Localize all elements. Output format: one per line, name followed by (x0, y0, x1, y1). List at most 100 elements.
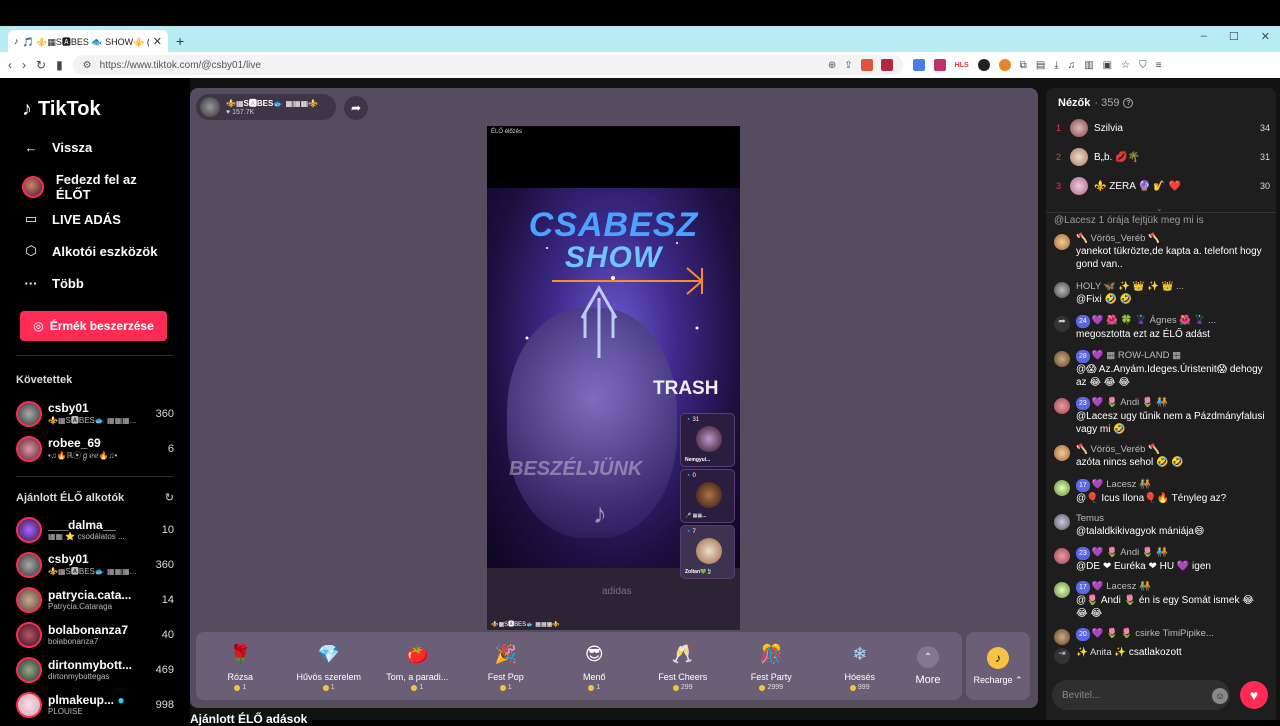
top-viewer-row[interactable]: 1 Szilvia 34 (1056, 117, 1270, 139)
account-info: ___dalma__ ▦▦ ⭐ csodálatos ... (48, 518, 156, 541)
back-icon[interactable]: ‹ (8, 58, 12, 72)
gift-snowfall[interactable]: ❄ Hóesés 999 (816, 632, 905, 700)
site-info-icon[interactable]: ⚙ (83, 60, 92, 71)
guest-tile[interactable]: 🔹7 Zoltan💚🍃 (680, 525, 735, 579)
gift-cool[interactable]: 😎 Menő 1 (550, 632, 639, 700)
nav-creator-tools[interactable]: ⬡ Alkotói eszközök (22, 235, 174, 267)
avatar[interactable] (1054, 629, 1070, 645)
translate-extension-icon[interactable] (912, 59, 925, 71)
avatar[interactable] (1054, 514, 1070, 530)
gift-price: 1 (411, 684, 423, 691)
avatar[interactable] (1054, 351, 1070, 367)
sidebar-toggle-icon[interactable]: ▤ (1036, 60, 1045, 71)
reading-list-icon[interactable]: ▥ (1084, 60, 1093, 71)
avatar[interactable] (1054, 398, 1070, 414)
close-window-icon[interactable]: ✕ (1261, 30, 1270, 43)
browser-tab[interactable]: ♪ 🎵 ⚜️▦S🅰BES 🐟 SHOW⚜️ (@ ✕ (8, 30, 168, 52)
avatar[interactable] (1054, 445, 1070, 461)
host-info-pill[interactable]: ⚜️▦S🅰BES🐟 ▦▦▦⚜️ ♥ 157.7K (196, 94, 336, 120)
help-icon[interactable]: ? (1123, 98, 1134, 108)
vpn-shield-icon[interactable]: ⛉ (1139, 60, 1147, 71)
vpn-extension-icon[interactable] (977, 59, 990, 71)
avatar[interactable] (1054, 234, 1070, 250)
emoji-icon[interactable]: ☺ (1212, 688, 1228, 704)
viewers-header[interactable]: Nézők · 359 ? (1058, 97, 1134, 109)
download-icon[interactable]: ⤓ (1054, 60, 1058, 71)
puzzle-extensions-icon[interactable]: ⧉ (1020, 60, 1027, 71)
message-author[interactable]: 20 💜 🌷 🌷 csirke TimiPipike... (1076, 627, 1268, 641)
tiktok-logo[interactable]: ♪ TikTok (22, 98, 174, 121)
gift-fest-pop[interactable]: 🎉 Fest Pop 1 (462, 632, 551, 700)
top-viewer-row[interactable]: 3 ⚜️ ZERA 🔮 🎷 ❤️ 30 (1056, 175, 1270, 197)
gift-fest-cheers[interactable]: 🥂 Fest Cheers 299 (639, 632, 728, 700)
colorful-extension-icon[interactable] (998, 59, 1011, 71)
share-page-icon[interactable]: ⇪ (844, 60, 852, 71)
coin-icon (234, 684, 241, 691)
message-author[interactable]: 28 💜 ▦ ROW-LAND ▦ (1076, 349, 1268, 363)
list-item[interactable]: csby01 ⚜️▦S🅰BES🐟 ▦▦▦... 360 (16, 547, 174, 582)
avatar[interactable] (1054, 282, 1070, 298)
menu-icon[interactable]: ≡ (1156, 60, 1162, 71)
new-tab-button[interactable]: + (176, 33, 184, 49)
message-author[interactable]: HOLY 🦋 ✨ 👑 ✨ 👑 ... (1076, 280, 1268, 293)
nav-explore-live[interactable]: Fedezd fel az ÉLŐT (22, 171, 174, 203)
get-coins-button[interactable]: ◎ Érmék beszerzése (20, 311, 167, 341)
guest-name: Nemgyul... (685, 457, 711, 463)
forward-icon[interactable]: › (22, 58, 26, 72)
leo-ai-icon[interactable]: ☆ (1121, 60, 1130, 71)
chat-input[interactable]: Bevitel... (1052, 680, 1230, 710)
nav-live[interactable]: ▭ LIVE ADÁS (22, 203, 174, 235)
guest-tile[interactable]: 🔹31 Nemgyul... (680, 413, 735, 467)
brave-shield-icon[interactable] (860, 59, 873, 71)
message-author[interactable]: 24 💜 🌺 🍀 🦹 Ágnes 🌺 🦹 ... (1076, 314, 1268, 328)
extension-icon[interactable] (933, 59, 946, 71)
list-item[interactable]: dirtonmybott... dirtonmybottegas 469 (16, 652, 174, 687)
message-author[interactable]: 23 💜 🌷 Andi 🌷 🧑‍🤝‍🧑 (1076, 396, 1268, 410)
level-badge: 23 (1076, 547, 1090, 560)
avatar[interactable] (1054, 582, 1070, 598)
avatar[interactable] (1054, 548, 1070, 564)
top-viewer-row[interactable]: 2 B„b. 💋🌴 31 (1056, 146, 1270, 168)
minimize-icon[interactable]: – (1201, 30, 1207, 43)
list-item[interactable]: ___dalma__ ▦▦ ⭐ csodálatos ... 10 (16, 512, 174, 547)
bookmark-icon[interactable]: ▮ (56, 58, 63, 72)
zoom-icon[interactable]: ⊕ (828, 60, 836, 71)
url-text[interactable]: https://www.tiktok.com/@csby01/live (100, 60, 820, 71)
hls-extension-icon[interactable]: HLS (955, 62, 969, 69)
message-author[interactable]: 17 💜 Lacesz 🧑‍🤝‍🧑 (1076, 478, 1268, 492)
wallet-icon[interactable]: ▣ (1103, 60, 1112, 71)
guest-tile[interactable]: 🔹0 🎤 ▦▦... (680, 469, 735, 523)
gift-price: 1 (499, 684, 512, 691)
list-item[interactable]: csby01 ⚜️▦S🅰BES🐟 ▦▦▦... 360 (16, 396, 174, 431)
message-author[interactable]: 🪓 Vörös_Veréb 🪓 (1076, 443, 1268, 456)
message-author[interactable]: 23 💜 🌷 Andi 🌷 🧑‍🤝‍🧑 (1076, 546, 1268, 560)
avatar[interactable] (1054, 480, 1070, 496)
gift-fest-party[interactable]: 🎊 Fest Party 2999 (727, 632, 816, 700)
message-author[interactable]: 🪓 Vörös_Veréb 🪓 (1076, 232, 1268, 245)
maximize-icon[interactable]: ☐ (1229, 30, 1239, 43)
share-button[interactable]: ➦ (344, 96, 368, 120)
nav-back[interactable]: ← Vissza (22, 131, 174, 163)
refresh-icon[interactable]: ↻ (165, 491, 174, 504)
message-author[interactable]: Temus (1076, 512, 1268, 525)
live-video[interactable]: ÉLŐ élőzés CSABESZ SHOW TRASH BESZÉLJÜNK… (487, 126, 740, 630)
reload-icon[interactable]: ↻ (36, 58, 46, 72)
more-gifts-button[interactable]: ⌃ More (904, 646, 952, 686)
media-icon[interactable]: ♫ (1068, 60, 1076, 71)
list-item[interactable]: patrycia.cata... Patrycia.Cataraga 14 (16, 582, 174, 617)
rewards-icon[interactable] (880, 59, 893, 71)
message-author[interactable]: ✨ Anita ✨ (1076, 647, 1126, 658)
list-item[interactable]: robee_69 •♫🔥ℝ⦿ℊℯℯ🔥♫• 6 (16, 431, 174, 466)
gift-rose[interactable]: 🌹 Rózsa 1 (196, 632, 285, 700)
recharge-button[interactable]: ♪ Recharge ⌃ (966, 632, 1030, 700)
heart-icon[interactable]: ♥ (1240, 681, 1268, 709)
url-field[interactable]: ⚙ https://www.tiktok.com/@csby01/live ⊕ … (72, 55, 903, 75)
gift-tom[interactable]: 🍅 Tom, a paradi... 1 (373, 632, 462, 700)
gift-cool-love[interactable]: 💎 Hűvös szerelem 1 (285, 632, 374, 700)
list-item[interactable]: bolabonanza7 bolabonanza7 40 (16, 617, 174, 652)
list-item[interactable]: plmakeup... ● PLOUISE 998 (16, 687, 174, 722)
message-author[interactable]: 17 💜 Lacesz 🧑‍🤝‍🧑 (1076, 580, 1268, 594)
verified-icon: ● (117, 693, 125, 707)
close-tab-icon[interactable]: ✕ (153, 35, 162, 48)
nav-more[interactable]: ··· Több (22, 267, 174, 299)
